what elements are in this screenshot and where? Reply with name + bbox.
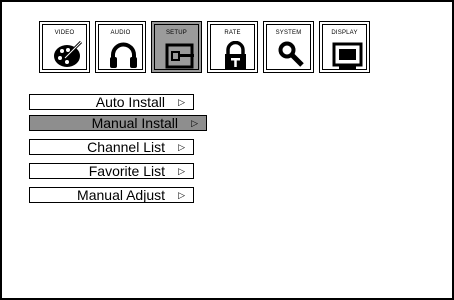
menu-item-auto-install[interactable]: Auto Install ▷ — [29, 94, 194, 110]
palette-icon — [54, 41, 83, 67]
tab-rate-inner: RATE — [210, 24, 255, 70]
tab-video[interactable]: VIDEO — [39, 21, 90, 73]
tab-setup[interactable]: SETUP — [151, 21, 202, 73]
magnifier-icon — [278, 41, 304, 67]
tab-setup-inner: SETUP — [154, 24, 199, 70]
tab-video-label: VIDEO — [54, 30, 75, 36]
monitor-icon — [332, 42, 363, 69]
menu-item-label: Auto Install — [95, 94, 165, 110]
tab-audio-label: AUDIO — [110, 30, 131, 36]
input-plug-icon — [165, 43, 194, 69]
tab-display-inner: DISPLAY — [322, 24, 367, 70]
tab-display[interactable]: DISPLAY — [319, 21, 370, 73]
menu-item-manual-install[interactable]: Manual Install ▷ — [29, 115, 207, 131]
tab-system[interactable]: SYSTEM — [263, 21, 314, 73]
osd-menu-frame: VIDEO AUDIO SETUP RATE SYSTEM DISPLAY Au… — [0, 0, 454, 300]
tab-system-label: SYSTEM — [275, 30, 302, 36]
menu-item-manual-adjust[interactable]: Manual Adjust ▷ — [29, 187, 194, 203]
headphones-icon — [110, 42, 137, 68]
submenu-arrow-icon: ▷ — [178, 142, 185, 152]
tab-rate-label: RATE — [224, 30, 241, 36]
tab-video-inner: VIDEO — [42, 24, 87, 70]
tab-display-label: DISPLAY — [331, 30, 358, 36]
tab-rate[interactable]: RATE — [207, 21, 258, 73]
tab-audio-inner: AUDIO — [98, 24, 143, 70]
submenu-arrow-icon: ▷ — [178, 166, 185, 176]
menu-item-label: Channel List — [87, 139, 165, 155]
menu-item-label: Favorite List — [88, 163, 165, 179]
menu-item-channel-list[interactable]: Channel List ▷ — [29, 139, 194, 155]
lock-icon — [225, 41, 246, 69]
menu-item-label: Manual Adjust — [77, 187, 165, 203]
tab-system-inner: SYSTEM — [266, 24, 311, 70]
submenu-arrow-icon: ▷ — [191, 118, 198, 128]
tab-setup-label: SETUP — [165, 30, 187, 36]
tab-audio[interactable]: AUDIO — [95, 21, 146, 73]
submenu-arrow-icon: ▷ — [178, 190, 185, 200]
submenu-arrow-icon: ▷ — [178, 97, 185, 107]
menu-item-favorite-list[interactable]: Favorite List ▷ — [29, 163, 194, 179]
menu-item-label: Manual Install — [91, 115, 178, 131]
